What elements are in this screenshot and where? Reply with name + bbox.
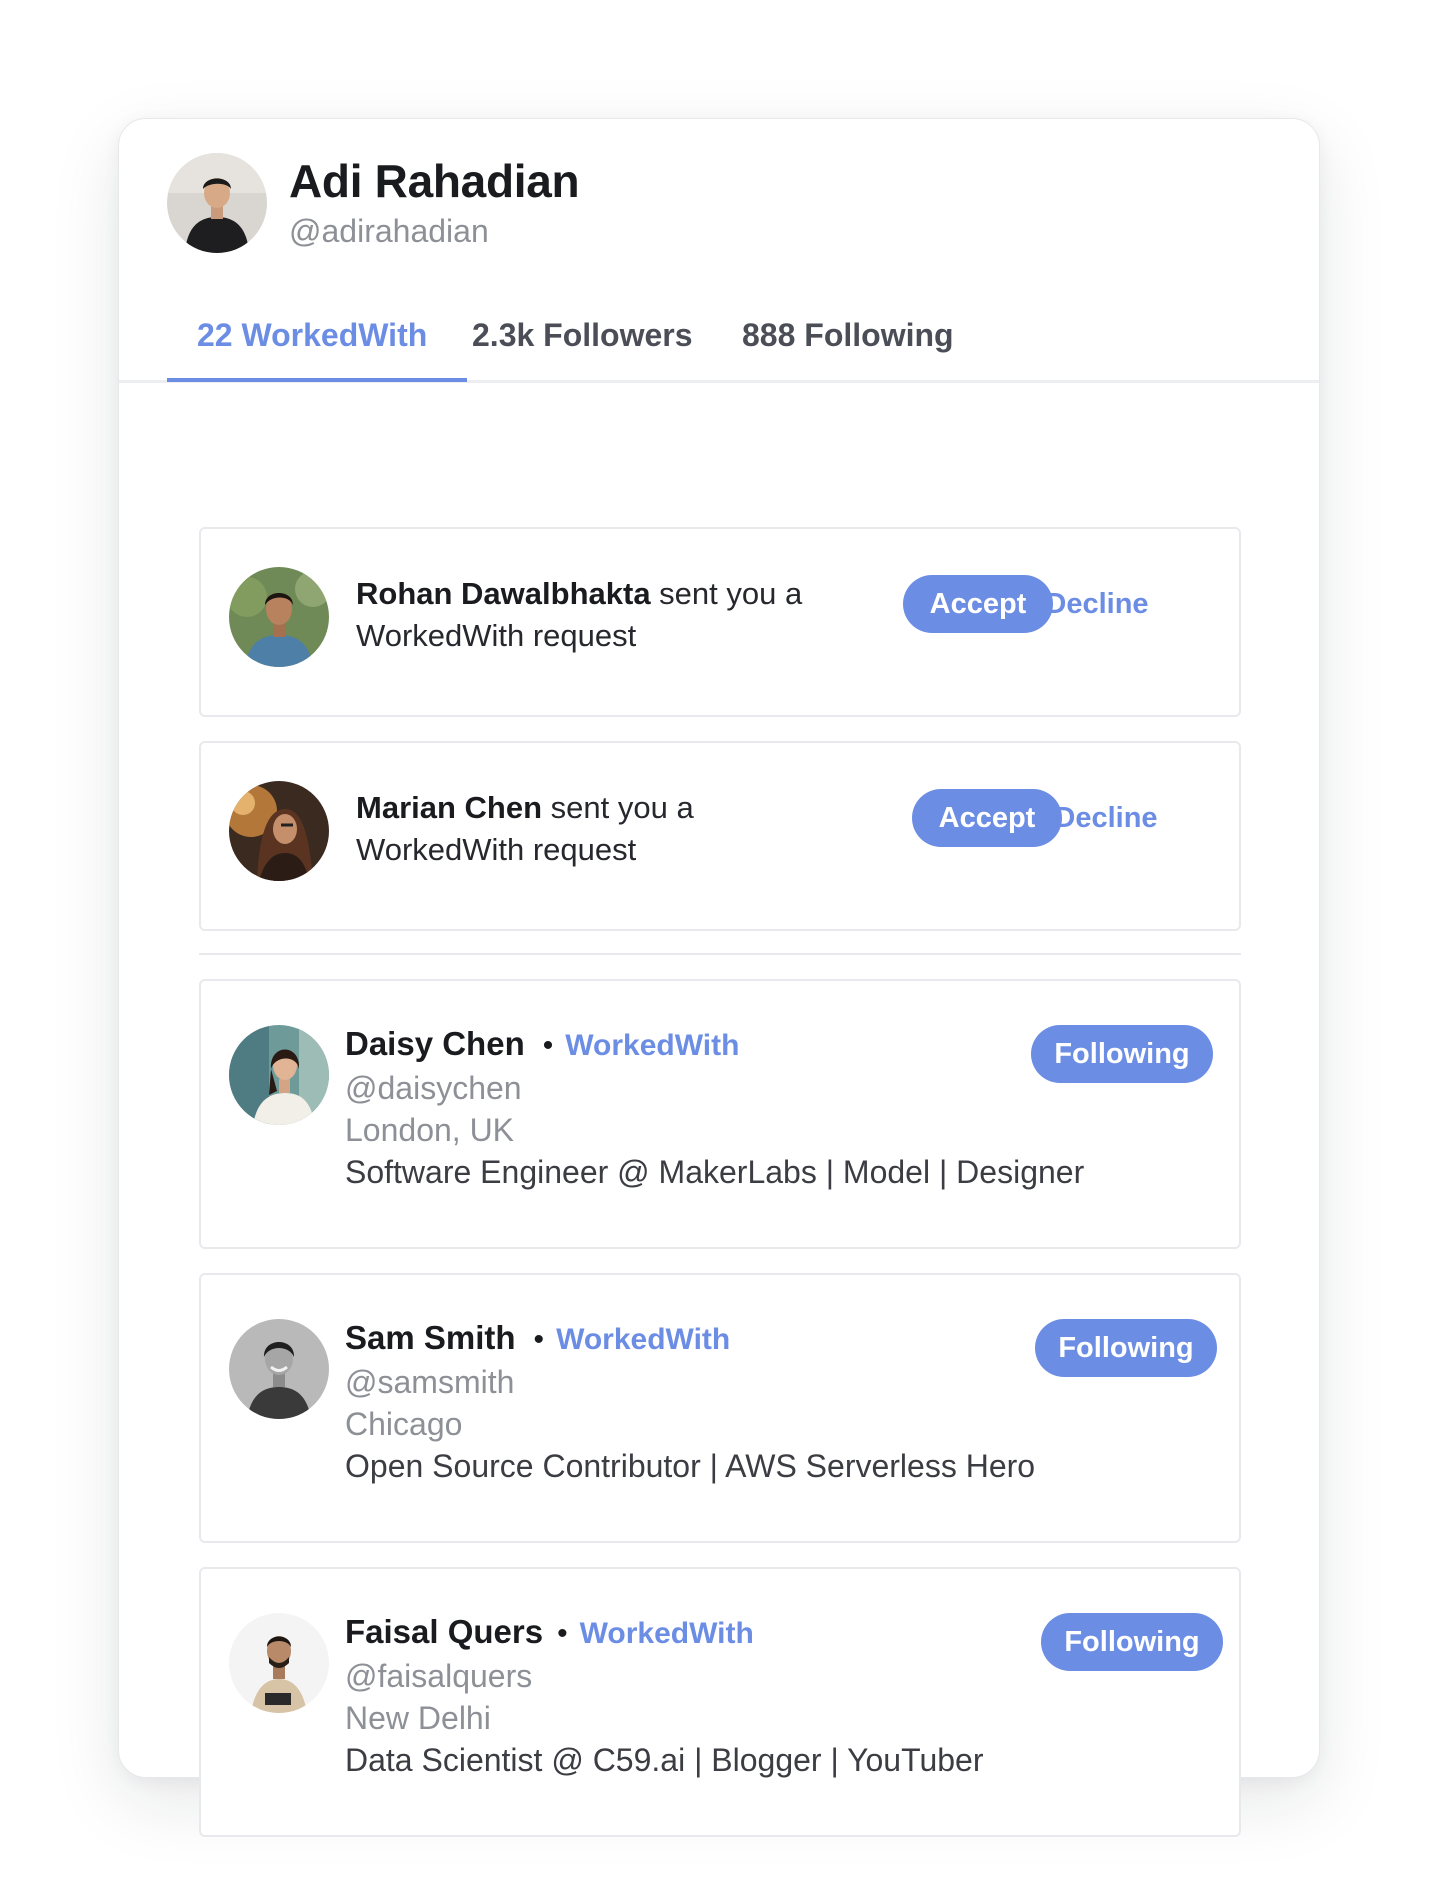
separator-dot: • bbox=[533, 1323, 545, 1356]
tab-following[interactable]: 888 Following bbox=[742, 317, 954, 354]
profile-handle: @adirahadian bbox=[289, 212, 489, 249]
avatar[interactable] bbox=[229, 1613, 329, 1713]
following-button[interactable]: Following bbox=[1041, 1613, 1223, 1671]
connection-location: New Delhi bbox=[345, 1700, 491, 1736]
avatar[interactable] bbox=[229, 567, 329, 667]
avatar[interactable] bbox=[229, 1025, 329, 1125]
connection-info: Daisy Chen • WorkedWith @daisychen Londo… bbox=[345, 1025, 1084, 1193]
workedwith-badge: WorkedWith bbox=[579, 1617, 754, 1650]
request-message: Rohan Dawalbhakta sent you a WorkedWith … bbox=[356, 573, 856, 657]
connection-card: Sam Smith • WorkedWith @samsmith Chicago… bbox=[199, 1273, 1241, 1543]
decline-button[interactable]: Decline bbox=[1037, 575, 1157, 633]
avatar[interactable] bbox=[229, 781, 329, 881]
connection-card: Daisy Chen • WorkedWith @daisychen Londo… bbox=[199, 979, 1241, 1249]
connection-info: Faisal Quers • WorkedWith @faisalquers N… bbox=[345, 1613, 984, 1781]
accept-button[interactable]: Accept bbox=[903, 575, 1053, 633]
connection-bio: Open Source Contributor | AWS Serverless… bbox=[345, 1448, 1036, 1484]
avatar[interactable] bbox=[229, 1319, 329, 1419]
workedwith-badge: WorkedWith bbox=[556, 1323, 731, 1356]
profile-card: Adi Rahadian @adirahadian 22 WorkedWith … bbox=[118, 118, 1320, 1837]
accept-button[interactable]: Accept bbox=[912, 789, 1062, 847]
connection-name[interactable]: Daisy Chen bbox=[345, 1025, 525, 1063]
profile-header: Adi Rahadian @adirahadian bbox=[167, 153, 580, 253]
tab-workedwith[interactable]: 22 WorkedWith bbox=[197, 317, 427, 354]
connection-location: Chicago bbox=[345, 1406, 463, 1442]
separator-dot: • bbox=[557, 1617, 568, 1650]
connection-handle: @daisychen bbox=[345, 1070, 522, 1106]
connection-bio: Software Engineer @ MakerLabs | Model | … bbox=[345, 1154, 1085, 1190]
tab-bar: 22 WorkedWith 2.3k Followers 888 Followi… bbox=[119, 287, 1319, 383]
profile-name: Adi Rahadian bbox=[289, 155, 580, 208]
connection-handle: @samsmith bbox=[345, 1364, 515, 1400]
request-card: Rohan Dawalbhakta sent you a WorkedWith … bbox=[199, 527, 1241, 717]
connection-info: Sam Smith • WorkedWith @samsmith Chicago… bbox=[345, 1319, 1035, 1487]
connection-name[interactable]: Faisal Quers bbox=[345, 1613, 543, 1651]
requester-name[interactable]: Marian Chen bbox=[356, 790, 542, 825]
separator-dot: • bbox=[542, 1029, 554, 1062]
connection-location: London, UK bbox=[345, 1112, 515, 1148]
section-divider bbox=[199, 953, 1241, 955]
request-card: Marian Chen sent you a WorkedWith reques… bbox=[199, 741, 1241, 931]
profile-avatar[interactable] bbox=[167, 153, 267, 253]
active-tab-indicator bbox=[167, 378, 467, 382]
following-button[interactable]: Following bbox=[1035, 1319, 1217, 1377]
connection-handle: @faisalquers bbox=[345, 1658, 533, 1694]
connection-bio: Data Scientist @ C59.ai | Blogger | YouT… bbox=[345, 1742, 984, 1778]
workedwith-badge: WorkedWith bbox=[565, 1029, 740, 1062]
connection-card: Faisal Quers • WorkedWith @faisalquers N… bbox=[199, 1567, 1241, 1837]
following-button[interactable]: Following bbox=[1031, 1025, 1213, 1083]
tab-followers[interactable]: 2.3k Followers bbox=[472, 317, 693, 354]
request-message: Marian Chen sent you a WorkedWith reques… bbox=[356, 787, 856, 871]
connection-name[interactable]: Sam Smith bbox=[345, 1319, 516, 1357]
requester-name[interactable]: Rohan Dawalbhakta bbox=[356, 576, 651, 611]
decline-button[interactable]: Decline bbox=[1046, 789, 1166, 847]
